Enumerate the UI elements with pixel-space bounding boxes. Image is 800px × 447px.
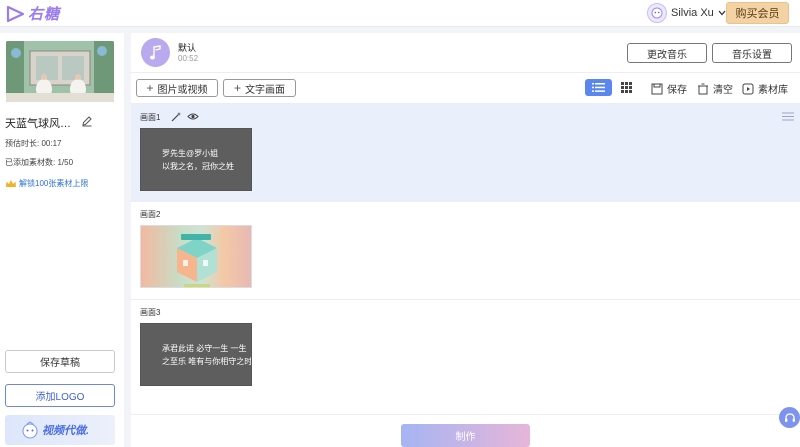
- scene-text-line: 承君此诺 必守一生 一生: [162, 343, 247, 353]
- save-button[interactable]: 保存: [651, 81, 687, 96]
- buy-membership-button[interactable]: 购买会员: [726, 2, 789, 24]
- magic-wand-icon[interactable]: [171, 111, 182, 122]
- clear-icon: [698, 83, 708, 94]
- scene-text-line: 以我之名，冠你之姓: [162, 161, 234, 171]
- top-bar: 右糖 Silvia Xu 购买会员: [0, 0, 800, 27]
- add-logo-button[interactable]: 添加LOGO: [5, 384, 115, 407]
- editor-main: 默认 00:52 更改音乐 音乐设置 + 图片或视频 + 文字画面 保存 清空 …: [131, 33, 800, 447]
- materials-count: 已添加素材数: 1/50: [5, 158, 74, 167]
- isometric-building-image: [177, 234, 217, 287]
- headset-icon: [784, 412, 795, 422]
- project-sidebar: 天蓝气球风… 预估时长: 00:17 已添加素材数: 1/50 解锁100张素材…: [0, 33, 124, 447]
- clear-label: 清空: [713, 85, 733, 96]
- add-media-label: 图片或视频: [157, 84, 208, 96]
- drag-handle-icon[interactable]: [782, 112, 794, 121]
- wedding-scene-image: [6, 41, 114, 102]
- customer-service-button[interactable]: [779, 407, 800, 428]
- edit-pencil-icon[interactable]: [81, 115, 93, 127]
- user-menu[interactable]: Silvia Xu: [647, 3, 726, 23]
- scene-item[interactable]: 画面3 承君此诺 必守一生 一生 之至乐 唯有与你相守之时: [131, 300, 800, 414]
- library-label: 素材库: [758, 85, 788, 96]
- unlock-label: 解锁100张素材上限: [19, 179, 89, 188]
- promo-text: 视频代做.: [42, 425, 90, 437]
- project-thumbnail[interactable]: [6, 41, 114, 102]
- music-note-icon: [149, 44, 161, 59]
- change-music-button[interactable]: 更改音乐: [627, 43, 707, 63]
- list-view-toggle[interactable]: [585, 79, 612, 96]
- add-text-label: 文字画面: [245, 84, 285, 96]
- bottom-bar: 制作: [131, 414, 800, 447]
- music-duration: 00:52: [178, 54, 199, 63]
- chevron-down-icon: [718, 10, 726, 16]
- scene-label: 画面1: [140, 113, 161, 122]
- avatar: [647, 3, 667, 23]
- scene-label: 画面3: [140, 308, 161, 317]
- play-logo-icon: [6, 5, 25, 22]
- clear-button[interactable]: 清空: [697, 81, 733, 96]
- music-disc[interactable]: [141, 38, 170, 67]
- scene-list: 画面1 罗先生@罗小姐 以我之名，冠你之姓 画面2 画面3 承君此诺 必守一生 …: [131, 104, 800, 414]
- scene-thumbnail[interactable]: 罗先生@罗小姐 以我之名，冠你之姓: [140, 128, 252, 191]
- add-text-scene-button[interactable]: + 文字画面: [223, 79, 296, 97]
- estimated-duration: 预估时长: 00:17: [5, 139, 62, 148]
- add-media-button[interactable]: + 图片或视频: [136, 79, 218, 97]
- library-icon: [742, 83, 754, 94]
- make-video-button[interactable]: 制作: [401, 424, 530, 447]
- plus-icon: +: [233, 81, 241, 95]
- save-icon: [651, 83, 663, 94]
- scene-tools: [171, 111, 199, 122]
- scene-thumbnail[interactable]: [140, 225, 252, 288]
- scene-text-line: 之至乐 唯有与你相守之时: [162, 356, 252, 366]
- scene-item[interactable]: 画面2: [131, 202, 800, 299]
- avatar-face-icon: [651, 7, 663, 19]
- logo-text: 右糖: [28, 5, 61, 23]
- app-logo[interactable]: 右糖: [6, 3, 60, 24]
- unlock-limit-link[interactable]: 解锁100张素材上限: [5, 178, 88, 189]
- scene-label: 画面2: [140, 210, 161, 219]
- library-button[interactable]: 素材库: [742, 81, 788, 96]
- save-label: 保存: [667, 85, 687, 96]
- list-icon: [592, 83, 605, 92]
- eye-icon[interactable]: [187, 112, 199, 121]
- music-name: 默认: [178, 43, 197, 53]
- toolbar: + 图片或视频 + 文字画面 保存 清空 素材库: [131, 74, 800, 104]
- grid-icon: [620, 82, 632, 93]
- user-name: Silvia Xu: [671, 7, 714, 19]
- grid-view-toggle[interactable]: [616, 79, 636, 96]
- music-settings-button[interactable]: 音乐设置: [712, 43, 792, 63]
- save-draft-button[interactable]: 保存草稿: [5, 350, 115, 373]
- video-service-banner[interactable]: 视频代做.: [5, 415, 115, 445]
- scene-text-line: 罗先生@罗小姐: [162, 148, 219, 158]
- music-bar: 默认 00:52 更改音乐 音乐设置: [131, 33, 800, 73]
- scene-item[interactable]: 画面1 罗先生@罗小姐 以我之名，冠你之姓: [131, 104, 800, 201]
- project-title: 天蓝气球风…: [5, 118, 71, 130]
- scene-thumbnail[interactable]: 承君此诺 必守一生 一生 之至乐 唯有与你相守之时: [140, 323, 252, 386]
- mascot-icon: [22, 421, 38, 439]
- plus-icon: +: [146, 81, 154, 95]
- crown-icon: [6, 179, 16, 187]
